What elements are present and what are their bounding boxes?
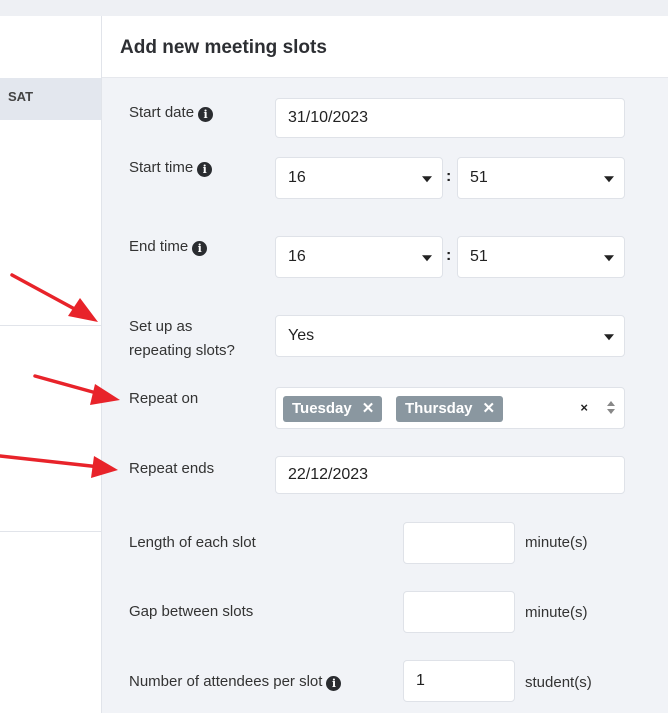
arrow-repeating [10, 273, 98, 322]
arrow-repeat-on [33, 374, 120, 405]
annotation-arrows [0, 273, 120, 478]
arrow-repeat-ends [0, 454, 118, 478]
